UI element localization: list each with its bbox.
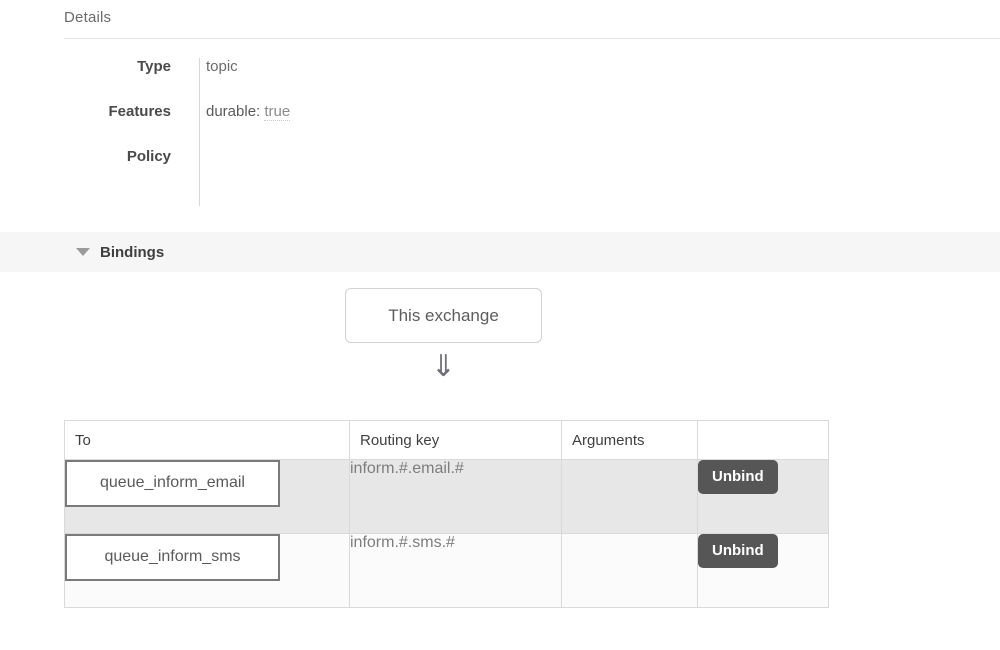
queue-link[interactable]: queue_inform_sms <box>65 534 280 581</box>
bindings-table: To Routing key Arguments queue_inform_em… <box>64 420 829 608</box>
bindings-section-header[interactable]: Bindings <box>0 232 1000 272</box>
bindings-header-inner: Bindings <box>76 232 164 272</box>
detail-value-type: topic <box>206 58 238 75</box>
cell-routing-key: inform.#.email.# <box>349 459 562 534</box>
queue-link[interactable]: queue_inform_email <box>65 460 280 507</box>
bindings-table-head: To Routing key Arguments <box>64 420 829 460</box>
cell-actions: Unbind <box>697 533 829 608</box>
cell-to: queue_inform_email <box>64 459 350 534</box>
detail-label-features: Features <box>108 103 171 120</box>
cell-arguments <box>561 533 698 608</box>
detail-label-type: Type <box>137 58 171 75</box>
flow-arrow-icon: ⇓ <box>430 349 457 384</box>
title-divider <box>64 38 1000 39</box>
feature-value: true <box>264 103 291 121</box>
page-title: Details <box>64 9 112 26</box>
table-row: queue_inform_email inform.#.email.# Unbi… <box>64 459 829 534</box>
column-header-routing-key: Routing key <box>349 420 562 460</box>
detail-label-policy: Policy <box>126 148 171 165</box>
triangle-down-icon[interactable] <box>76 248 90 256</box>
cell-routing-key: inform.#.sms.# <box>349 533 562 608</box>
detail-row-type: Type topic <box>64 58 664 103</box>
detail-row-policy: Policy <box>64 148 664 193</box>
unbind-button[interactable]: Unbind <box>698 460 778 494</box>
cell-to: queue_inform_sms <box>64 533 350 608</box>
column-header-to: To <box>64 420 350 460</box>
source-exchange-label: This exchange <box>388 305 499 325</box>
feature-key: durable: <box>206 103 261 120</box>
table-row: queue_inform_sms inform.#.sms.# Unbind <box>64 533 829 608</box>
cell-arguments <box>561 459 698 534</box>
table-header-row: To Routing key Arguments <box>64 420 829 460</box>
detail-row-features: Features durable: true <box>64 103 664 148</box>
unbind-button[interactable]: Unbind <box>698 534 778 568</box>
details-list: Type topic Features durable: true Policy <box>64 58 664 193</box>
column-header-arguments: Arguments <box>561 420 698 460</box>
bindings-section-label: Bindings <box>100 243 165 261</box>
column-header-actions <box>697 420 829 460</box>
cell-actions: Unbind <box>697 459 829 534</box>
source-exchange-box: This exchange <box>345 288 542 343</box>
detail-value-features: durable: true <box>185 103 291 121</box>
bindings-table-body: queue_inform_email inform.#.email.# Unbi… <box>64 459 829 608</box>
